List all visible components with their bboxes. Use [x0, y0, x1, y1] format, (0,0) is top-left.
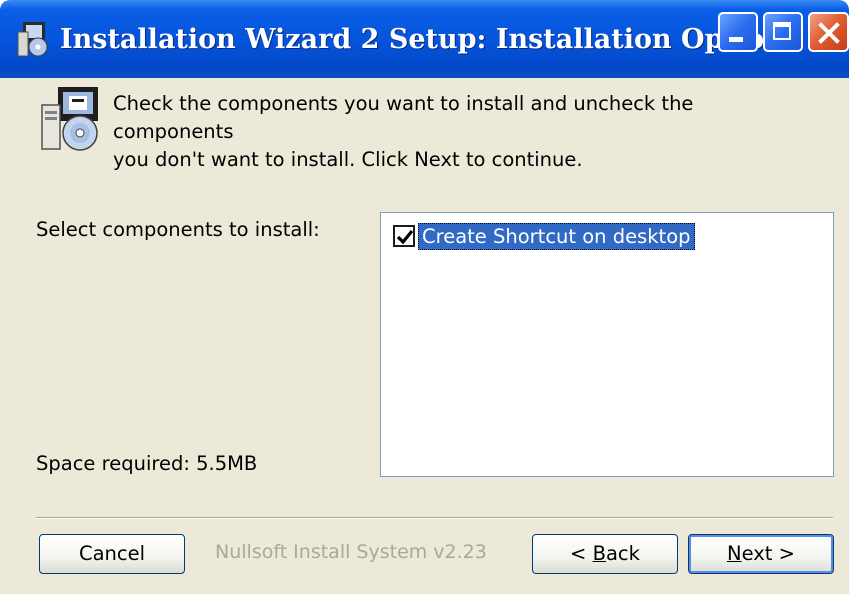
back-mnemonic: B: [592, 542, 606, 565]
installer-icon: [17, 22, 48, 57]
title-bar[interactable]: Installation Wizard 2 Setup: Installatio…: [0, 0, 849, 78]
separator: [36, 517, 833, 519]
header-description: Check the components you want to install…: [113, 90, 813, 174]
maximize-button[interactable]: [763, 12, 803, 52]
component-label[interactable]: Create Shortcut on desktop: [418, 222, 695, 250]
close-button[interactable]: [808, 12, 849, 52]
next-rest: ext >: [741, 542, 795, 565]
setup-window: Installation Wizard 2 Setup: Installatio…: [0, 0, 849, 594]
next-button[interactable]: Next >: [688, 534, 834, 574]
list-item[interactable]: Create Shortcut on desktop: [393, 221, 695, 251]
next-mnemonic: N: [727, 542, 742, 565]
window-title: Installation Wizard 2 Setup: Installatio…: [60, 24, 800, 55]
close-icon: [818, 22, 840, 44]
installer-icon: [41, 87, 98, 151]
checkmark-icon: [396, 229, 414, 245]
back-rest: ack: [605, 542, 640, 565]
components-list[interactable]: Create Shortcut on desktop: [380, 212, 834, 477]
back-button[interactable]: < Back: [532, 534, 678, 574]
minimize-button[interactable]: [718, 12, 758, 52]
select-components-label: Select components to install:: [36, 218, 320, 241]
header-line-1: Check the components you want to install…: [113, 92, 694, 143]
cancel-button[interactable]: Cancel: [39, 534, 185, 574]
installer-brand: Nullsoft Install System v2.23: [215, 541, 487, 563]
space-required-label: Space required: 5.5MB: [36, 452, 258, 475]
back-prefix: <: [570, 542, 593, 565]
header-line-2: you don't want to install. Click Next to…: [113, 148, 583, 171]
shortcut-checkbox[interactable]: [393, 225, 415, 247]
